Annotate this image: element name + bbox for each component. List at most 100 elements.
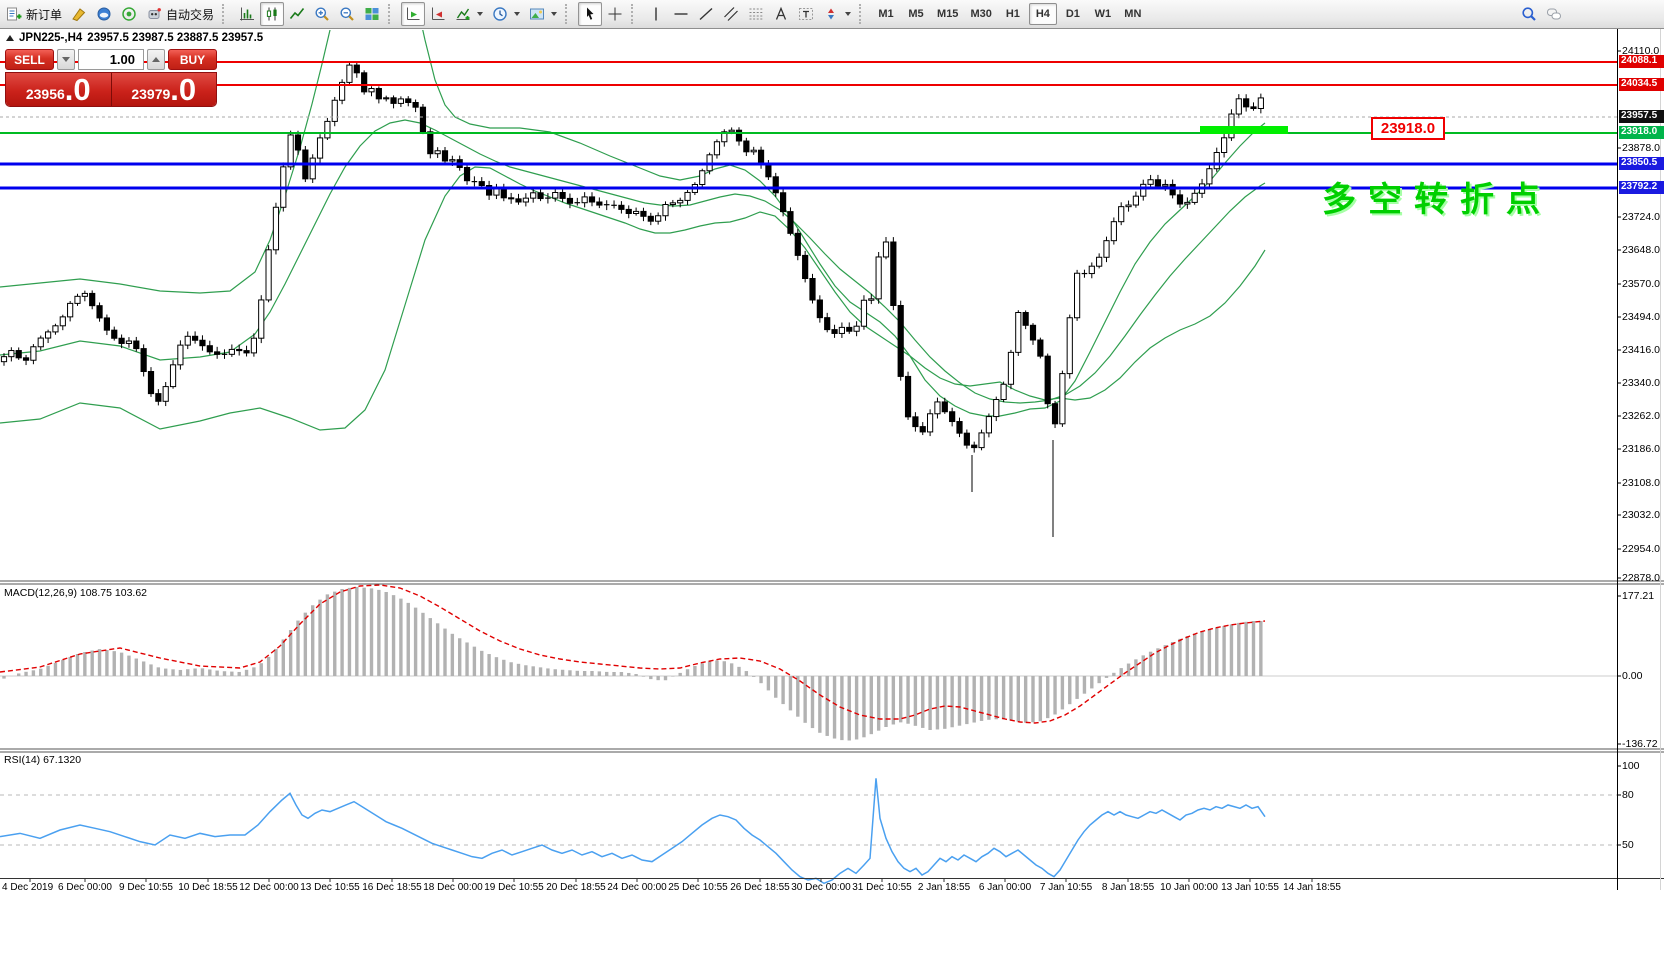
new-order-label: 新订单 [26, 6, 62, 23]
templates-button[interactable] [525, 2, 561, 26]
arrow-down-icon [62, 57, 70, 62]
text-a-icon [773, 6, 789, 22]
candlestick-chart-button[interactable] [260, 2, 284, 26]
rsi-indicator-label: RSI(14) 67.1320 [4, 754, 81, 766]
buy-price-panel[interactable]: 23979.0 [112, 73, 217, 106]
indicators-button[interactable] [451, 2, 487, 26]
macd-indicator-label: MACD(12,26,9) 108.75 103.62 [4, 587, 147, 599]
auto-scroll-button[interactable] [401, 2, 425, 26]
timeframe-button-M30[interactable]: M30 [965, 3, 996, 25]
sell-price-frac: .0 [65, 75, 91, 105]
market-watch-button[interactable] [92, 2, 116, 26]
timeframe-button-D1[interactable]: D1 [1059, 3, 1087, 25]
sell-price-main: 23956 [26, 83, 65, 105]
collapse-trade-panel-icon[interactable] [6, 35, 14, 41]
tile-windows-button[interactable] [360, 2, 384, 26]
timeframe-group: M1M5M15M30H1H4D1W1MN [872, 3, 1147, 25]
chart-title: JPN225-,H4 23957.5 23987.5 23887.5 23957… [6, 32, 263, 44]
template-icon [529, 6, 545, 22]
horizontal-line-icon [673, 6, 689, 22]
sell-price-panel[interactable]: 23956.0 [6, 73, 112, 106]
autotrading-label: 自动交易 [166, 6, 214, 23]
robot-icon [146, 6, 162, 22]
chevron-down-icon [845, 12, 851, 16]
toolbar-grip [859, 4, 868, 24]
indicators-icon [455, 6, 471, 22]
chevron-down-icon [551, 12, 557, 16]
highlight-segment[interactable] [1200, 126, 1288, 134]
volume-increase-button[interactable] [147, 49, 165, 70]
auto-scroll-icon [405, 6, 421, 22]
chart-shift-icon [430, 6, 446, 22]
vertical-line-icon [648, 6, 664, 22]
arrow-up-icon [152, 57, 160, 62]
new-order-button[interactable]: 新订单 [2, 2, 66, 26]
chat-button[interactable] [1542, 2, 1566, 26]
chinese-annotation[interactable]: 多空转折点 [1322, 172, 1552, 221]
volume-field[interactable]: 1.00 [78, 49, 144, 70]
periods-button[interactable] [488, 2, 524, 26]
bar-chart-button[interactable] [235, 2, 259, 26]
timeframe-button-M5[interactable]: M5 [902, 3, 930, 25]
timeframe-button-W1[interactable]: W1 [1089, 3, 1117, 25]
sell-button[interactable]: SELL [5, 49, 54, 70]
crosshair-icon [607, 6, 623, 22]
signals-button[interactable] [117, 2, 141, 26]
toolbar-grip [222, 4, 231, 24]
channel-icon [723, 6, 739, 22]
arrows-button[interactable] [819, 2, 855, 26]
text-button[interactable] [769, 2, 793, 26]
new-order-icon [6, 6, 22, 22]
buy-price-main: 23979 [131, 83, 170, 105]
zoom-out-button[interactable] [335, 2, 359, 26]
fibonacci-button[interactable] [744, 2, 768, 26]
toolbar-grip [388, 4, 397, 24]
signal-icon [121, 6, 137, 22]
gold-quill-icon [71, 6, 87, 22]
cursor-button[interactable] [578, 2, 602, 26]
macd-signal-line [0, 585, 1265, 723]
fib-icon [748, 6, 764, 22]
clock-icon [492, 6, 508, 22]
toolbar-grip [631, 4, 640, 24]
crosshair-button[interactable] [603, 2, 627, 26]
timeframe-button-H4[interactable]: H4 [1029, 3, 1057, 25]
profile-button[interactable] [67, 2, 91, 26]
search-button[interactable] [1517, 2, 1541, 26]
timeframe-button-M15[interactable]: M15 [932, 3, 963, 25]
macd-histogram [4, 587, 1261, 740]
text-label-button[interactable] [794, 2, 818, 26]
autotrading-button[interactable]: 自动交易 [142, 2, 218, 26]
price-callout-label[interactable]: 23918.0 [1371, 117, 1445, 140]
buy-button[interactable]: BUY [168, 49, 217, 70]
horizontal-line-button[interactable] [669, 2, 693, 26]
timeframe-button-MN[interactable]: MN [1119, 3, 1147, 25]
vertical-line-button[interactable] [644, 2, 668, 26]
chart-canvas[interactable] [0, 0, 1664, 953]
line-chart-button[interactable] [285, 2, 309, 26]
search-icon [1521, 6, 1537, 22]
timeframe-button-M1[interactable]: M1 [872, 3, 900, 25]
timeframe-button-H1[interactable]: H1 [999, 3, 1027, 25]
bar-chart-icon [239, 6, 255, 22]
zoom-out-icon [339, 6, 355, 22]
trendline-button[interactable] [694, 2, 718, 26]
one-click-trading-panel: SELL 1.00 BUY 23956.0 23979.0 [5, 49, 217, 107]
candlestick-chart-icon [264, 6, 280, 22]
chevron-down-icon [514, 12, 520, 16]
cursor-icon [582, 6, 598, 22]
trendline-icon [698, 6, 714, 22]
buy-price-frac: .0 [170, 75, 196, 105]
toolbar-grip [565, 4, 574, 24]
chat-icon [1546, 6, 1562, 22]
equidistant-channel-button[interactable] [719, 2, 743, 26]
tile-windows-icon [364, 6, 380, 22]
volume-decrease-button[interactable] [57, 49, 75, 70]
chevron-down-icon [477, 12, 483, 16]
zoom-in-button[interactable] [310, 2, 334, 26]
globe-icon [96, 6, 112, 22]
ohlc-values: 23957.5 23987.5 23887.5 23957.5 [87, 32, 263, 44]
text-label-icon [798, 6, 814, 22]
rsi-line [0, 778, 1265, 883]
chart-shift-button[interactable] [426, 2, 450, 26]
